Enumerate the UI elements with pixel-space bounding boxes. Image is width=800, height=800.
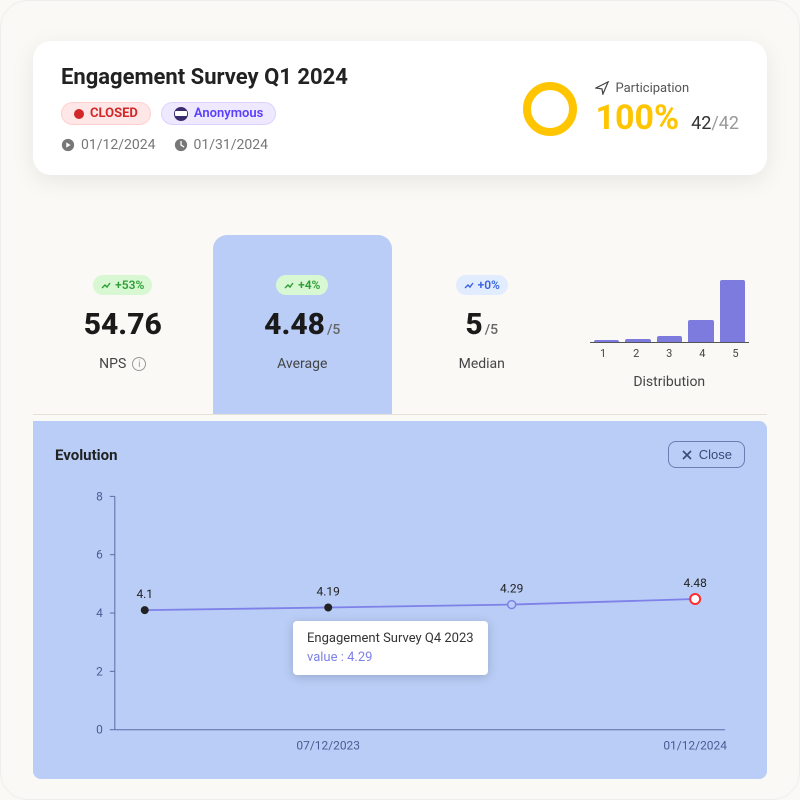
svg-text:8: 8	[96, 489, 103, 503]
metrics-row: +53% 54.76 NPS i +4% 4.48/5 Average +0%	[33, 235, 767, 415]
metric-distribution[interactable]: 12345 Distribution	[572, 235, 768, 414]
survey-header-card: Engagement Survey Q1 2024 CLOSED Anonymo…	[33, 41, 767, 175]
median-max: /5	[485, 322, 498, 338]
status-dot-icon	[74, 109, 84, 119]
svg-text:4.29: 4.29	[500, 582, 523, 596]
svg-text:01/12/2024: 01/12/2024	[663, 739, 727, 753]
distribution-name: Distribution	[590, 374, 750, 390]
play-circle-icon	[61, 138, 75, 152]
close-button-label: Close	[699, 447, 732, 462]
median-value: 5	[465, 307, 482, 342]
average-name: Average	[223, 356, 383, 372]
survey-title: Engagement Survey Q1 2024	[61, 65, 523, 90]
distribution-bar	[625, 339, 651, 342]
distribution-bars	[590, 275, 750, 343]
end-date-text: 01/31/2024	[194, 137, 269, 153]
metric-nps[interactable]: +53% 54.76 NPS i	[33, 235, 213, 414]
median-delta-text: +0%	[478, 278, 500, 292]
end-date: 01/31/2024	[174, 137, 269, 153]
distribution-bar	[594, 340, 620, 342]
svg-text:4.48: 4.48	[683, 576, 707, 590]
evolution-panel: Evolution Close 0 2 4 6 8 07/12/2023 01/12/202…	[33, 421, 767, 779]
distribution-tick: 1	[590, 347, 617, 360]
svg-text:6: 6	[96, 548, 103, 562]
participation-percent: 100%	[595, 98, 679, 138]
distribution-tick: 5	[722, 347, 749, 360]
metric-median[interactable]: +0% 5/5 Median	[392, 235, 572, 414]
tooltip-value: value : 4.29	[307, 650, 474, 665]
distribution-tick: 4	[689, 347, 716, 360]
distribution-tick: 3	[656, 347, 683, 360]
start-date-text: 01/12/2024	[81, 137, 156, 153]
average-max: /5	[327, 322, 340, 338]
incognito-icon	[174, 107, 188, 121]
close-icon	[681, 449, 693, 461]
nps-delta-badge: +53%	[93, 275, 152, 295]
svg-text:0: 0	[96, 723, 103, 737]
metric-average[interactable]: +4% 4.48/5 Average	[213, 235, 393, 414]
median-delta-badge: +0%	[456, 275, 508, 295]
clock-icon	[174, 138, 188, 152]
distribution-tick: 2	[623, 347, 650, 360]
svg-text:4: 4	[96, 606, 103, 620]
send-icon	[595, 81, 609, 95]
distribution-bar	[688, 320, 714, 342]
status-pill-label: CLOSED	[90, 106, 138, 121]
trend-up-icon	[464, 280, 474, 290]
survey-header-left: Engagement Survey Q1 2024 CLOSED Anonymo…	[61, 65, 523, 153]
distribution-bar	[657, 336, 683, 342]
nps-value: 54.76	[43, 307, 203, 342]
svg-text:07/12/2023: 07/12/2023	[296, 739, 360, 753]
trend-up-icon	[101, 280, 111, 290]
evolution-plot: 0 2 4 6 8 07/12/2023 01/12/2024 4.1 4.19 4.29 4.48…	[55, 482, 745, 770]
tooltip-title: Engagement Survey Q4 2023	[307, 631, 474, 646]
svg-text:2: 2	[96, 664, 103, 678]
close-button[interactable]: Close	[668, 441, 745, 468]
info-icon[interactable]: i	[132, 357, 146, 371]
participation-label: Participation	[615, 81, 689, 96]
participation-total: 42	[719, 113, 739, 134]
average-delta-badge: +4%	[276, 275, 328, 295]
participation-summary: Participation 100% 42/42	[523, 81, 739, 138]
participation-done: 42	[691, 113, 711, 134]
start-date: 01/12/2024	[61, 137, 156, 153]
status-pill-closed: CLOSED	[61, 102, 151, 125]
anonymous-pill-label: Anonymous	[194, 106, 263, 121]
evolution-title: Evolution	[55, 446, 118, 464]
anonymous-pill: Anonymous	[161, 102, 276, 125]
evolution-tooltip: Engagement Survey Q4 2023 value : 4.29	[293, 621, 488, 675]
nps-delta-text: +53%	[115, 278, 144, 292]
survey-dashboard: Engagement Survey Q1 2024 CLOSED Anonymo…	[0, 0, 800, 800]
nps-name: NPS	[99, 356, 126, 372]
median-name: Median	[402, 356, 562, 372]
participation-ring-icon	[523, 82, 577, 136]
distribution-labels: 12345	[590, 347, 750, 360]
trend-up-icon	[284, 280, 294, 290]
svg-text:4.19: 4.19	[317, 585, 340, 599]
average-delta-text: +4%	[298, 278, 320, 292]
average-value: 4.48	[264, 307, 325, 342]
svg-text:4.1: 4.1	[136, 587, 153, 601]
distribution-bar	[720, 280, 746, 342]
